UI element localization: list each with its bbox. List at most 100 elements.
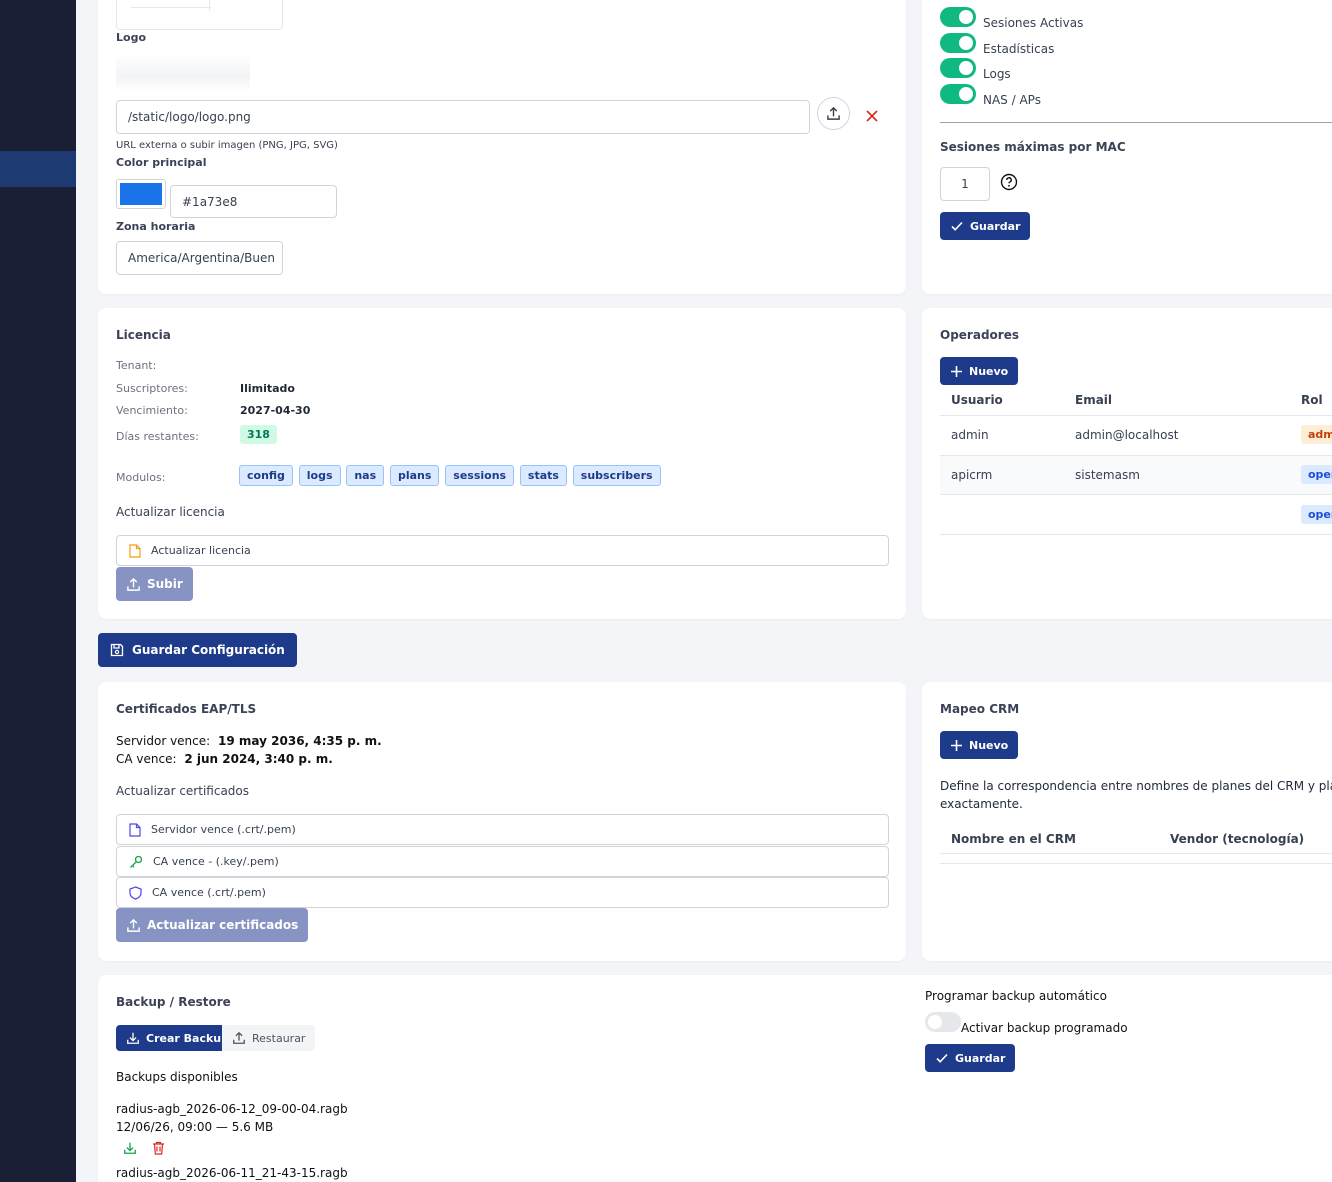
cell-user: apicrm — [951, 468, 993, 482]
upload-icon — [827, 106, 840, 120]
logo-label: Logo — [116, 31, 146, 44]
download-icon — [124, 1142, 136, 1154]
license-title: Licencia — [116, 328, 171, 342]
new-label: Nuevo — [969, 738, 1009, 752]
schedule-title: Programar backup automático — [925, 989, 1107, 1003]
restore-button[interactable]: Restaurar — [222, 1025, 316, 1051]
module-chip: config — [239, 465, 293, 486]
table-row[interactable]: apicrm sistemasm oper — [940, 456, 1332, 494]
update-certs-title: Actualizar certificados — [116, 784, 250, 798]
crm-title: Mapeo CRM — [940, 702, 1020, 716]
role-badge: oper — [1301, 505, 1332, 524]
expiry-label: Vencimiento: — [116, 404, 188, 417]
schedule-toggle[interactable] — [925, 1012, 961, 1032]
toggle-logs[interactable] — [940, 58, 976, 78]
operators-card: Operadores Nuevo Usuario Email Rol admin… — [922, 308, 1332, 619]
module-chip: logs — [298, 465, 341, 486]
toggle-nas-aps[interactable] — [940, 84, 976, 104]
save-schedule-button[interactable]: Guardar — [925, 1044, 1016, 1072]
row-divider — [940, 534, 1332, 535]
table-row[interactable]: admin admin@localhost adm — [940, 416, 1332, 455]
subscribers-label: Suscriptores: — [116, 382, 188, 395]
timezone-input[interactable]: America/Argentina/Buen — [116, 241, 283, 275]
cell-user: admin — [951, 428, 989, 442]
expiry-value: 2027-04-30 — [240, 404, 311, 417]
backup-item-name: radius-agb_2026-06-11_21-43-15.ragb — [116, 1166, 348, 1180]
timezone-label: Zona horaria — [116, 220, 196, 233]
backup-card: Backup / Restore Crear Backup Restaurar … — [98, 975, 1332, 1182]
file-label: CA vence (.crt/.pem) — [152, 886, 266, 899]
ca-label: CA vence: — [116, 752, 177, 766]
new-operator-button[interactable]: Nuevo — [940, 357, 1019, 385]
save-label: Guardar — [970, 219, 1021, 233]
logo-hint: URL externa o subir imagen (PNG, JPG, SV… — [116, 140, 338, 151]
shield-icon — [129, 885, 142, 900]
modules-chips: config logs nas plans sessions stats sub… — [239, 465, 663, 486]
color-hex-input[interactable]: #1a73e8 — [170, 185, 337, 218]
branding-card: Logo /static/logo/logo.png URL externa o… — [98, 0, 906, 294]
logo-preview-box — [116, 0, 283, 30]
role-badge: oper — [1301, 465, 1332, 484]
row-divider — [940, 853, 1332, 854]
module-chip: subscribers — [572, 465, 661, 486]
crm-card: Mapeo CRM Nuevo Define la correspondenci… — [922, 682, 1332, 961]
crm-description-line: exactamente. — [940, 797, 1023, 811]
col-vendor: Vendor (tecnología) — [1170, 832, 1305, 846]
save-schedule-label: Guardar — [955, 1051, 1006, 1065]
save-icon — [110, 643, 124, 657]
save-config-label: Guardar Configuración — [132, 643, 285, 657]
toggle-estadisticas[interactable] — [940, 33, 976, 53]
backup-item-meta: 12/06/26, 09:00 — 5.6 MB — [116, 1120, 274, 1134]
plus-icon — [951, 739, 962, 751]
divider — [940, 122, 1332, 123]
create-backup-button[interactable]: Crear Backup — [116, 1025, 239, 1051]
toggle-label: NAS / APs — [983, 93, 1041, 107]
license-card: Licencia Tenant: Suscriptores: Ilimitado… — [98, 308, 906, 619]
ca-key-input[interactable]: CA vence - (.key/.pem) — [116, 846, 889, 877]
logo-url-input[interactable]: /static/logo/logo.png — [116, 100, 810, 134]
key-icon — [130, 855, 143, 868]
new-label: Nuevo — [969, 364, 1009, 378]
server-expiry: Servidor vence: 19 may 2036, 4:35 p. m. — [116, 734, 382, 748]
save-sessions-button[interactable]: Guardar — [940, 212, 1031, 240]
check-icon — [951, 221, 963, 231]
license-file-input[interactable]: Actualizar licencia — [116, 535, 889, 566]
certs-title: Certificados EAP/TLS — [116, 702, 257, 716]
table-row[interactable]: oper — [940, 495, 1332, 533]
max-sessions-input[interactable]: 1 — [940, 167, 990, 201]
sidebar-item-config[interactable] — [0, 151, 76, 187]
backups-available-title: Backups disponibles — [116, 1070, 238, 1084]
close-icon — [866, 110, 878, 122]
file-icon — [129, 822, 141, 837]
col-email: Email — [1075, 393, 1113, 407]
download-backup-button[interactable] — [123, 1141, 137, 1155]
sidebar — [0, 0, 76, 1182]
submit-license-button[interactable]: Subir — [116, 567, 193, 601]
color-label: Color principal — [116, 156, 207, 169]
server-cert-input[interactable]: Servidor vence (.crt/.pem) — [116, 814, 889, 845]
upload-logo-button[interactable] — [817, 97, 850, 130]
col-crm-name: Nombre en el CRM — [951, 832, 1076, 846]
color-swatch[interactable] — [116, 179, 166, 209]
row-divider — [940, 863, 1332, 864]
module-chip: stats — [519, 465, 567, 486]
server-value: 19 may 2036, 4:35 p. m. — [218, 734, 382, 748]
toggle-sesiones-activas[interactable] — [940, 7, 976, 27]
days-label: Días restantes: — [116, 430, 199, 443]
crm-description: Define la correspondencia entre nombres … — [940, 777, 1332, 813]
upload-icon — [233, 1031, 245, 1044]
save-config-button[interactable]: Guardar Configuración — [98, 633, 297, 667]
file-label: CA vence - (.key/.pem) — [153, 855, 279, 868]
module-chip: sessions — [445, 465, 515, 486]
remove-logo-button[interactable] — [865, 109, 879, 123]
new-crm-button[interactable]: Nuevo — [940, 731, 1019, 759]
help-icon[interactable] — [1000, 173, 1018, 191]
col-rol: Rol — [1301, 393, 1323, 407]
logo-image — [116, 53, 250, 93]
ca-cert-input[interactable]: CA vence (.crt/.pem) — [116, 877, 889, 908]
tenant-label: Tenant: — [116, 359, 157, 372]
delete-backup-button[interactable] — [152, 1141, 165, 1155]
upload-icon — [127, 577, 140, 591]
backup-item-name: radius-agb_2026-06-12_09-00-04.ragb — [116, 1102, 348, 1116]
update-certs-button[interactable]: Actualizar certificados — [116, 908, 309, 942]
